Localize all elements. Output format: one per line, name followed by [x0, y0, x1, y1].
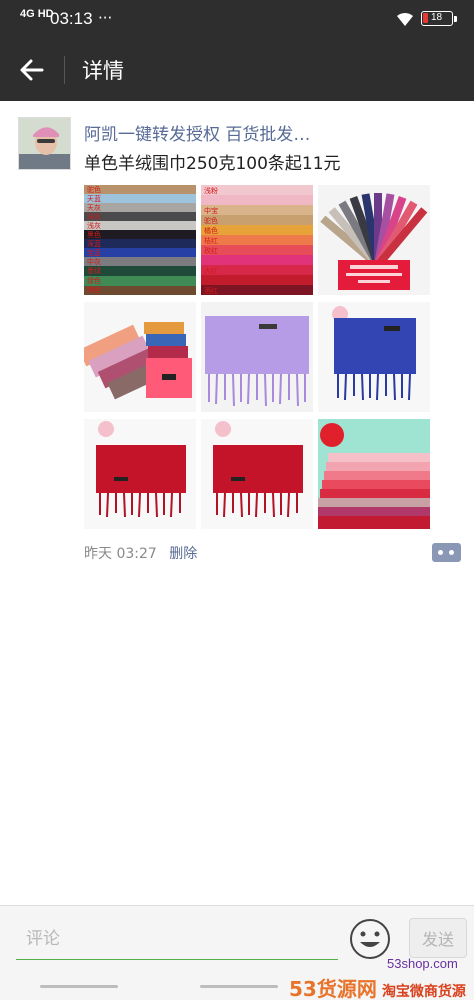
post-time: 昨天 03:27	[84, 546, 157, 562]
photo-scarf-color-chart-a[interactable]: 驼色 天蓝 天灰 深灰 浅灰 黑色 深蓝 宝蓝 中灰 墨绿 绿色 褐色	[84, 185, 196, 295]
color-label: 浅灰	[87, 221, 101, 230]
photo-scarf-pastel-stack[interactable]	[318, 419, 430, 529]
status-bar: 4G HD 03:13 ··· 18	[0, 0, 474, 38]
color-label: 黑色	[87, 230, 101, 239]
watermark-brand: 53货源网	[289, 977, 377, 1000]
watermark-sub: 淘宝微商货源	[381, 984, 466, 1000]
color-label: 玫红	[204, 246, 218, 255]
watermark: 53货源网 淘宝微商货源	[289, 973, 466, 1000]
comment-input[interactable]	[16, 918, 338, 960]
photo-scarf-stack-assorted[interactable]	[84, 302, 196, 412]
emoji-button[interactable]	[349, 918, 391, 960]
wifi-icon	[395, 11, 415, 31]
dot	[449, 550, 454, 555]
back-arrow-icon	[20, 59, 44, 81]
color-label: 褐色	[87, 285, 101, 294]
color-label: 深灰	[87, 212, 101, 221]
color-label: 驼色	[87, 185, 101, 194]
photo-scarf-red[interactable]	[84, 419, 196, 529]
battery-nub	[454, 16, 457, 22]
color-label: 宝蓝	[87, 248, 101, 257]
gesture-bar	[200, 985, 278, 988]
color-label: 绿色	[87, 276, 101, 285]
nav-divider	[64, 56, 65, 84]
status-time: 03:13	[50, 9, 93, 28]
dot	[438, 550, 443, 555]
color-label: 天灰	[87, 203, 101, 212]
color-label: 驼色	[204, 216, 218, 225]
color-label: 橘色	[204, 226, 218, 235]
photo-scarf-color-chart-b[interactable]: 浅粉 中宝 驼色 橘色 桔红 玫红 大红 酒红	[201, 185, 313, 295]
post-meta: 昨天 03:27 删除	[84, 543, 197, 563]
delete-link[interactable]: 删除	[169, 543, 197, 563]
photo-scarf-royal-blue[interactable]	[318, 302, 430, 412]
color-label: 桔红	[204, 236, 218, 245]
color-label: 天蓝	[87, 194, 101, 203]
post-text: 单色羊绒围巾250克100条起11元	[84, 154, 341, 174]
color-label: 深蓝	[87, 239, 101, 248]
notification-dots: ···	[98, 9, 113, 27]
back-button[interactable]	[14, 52, 50, 88]
avatar[interactable]	[18, 117, 71, 170]
battery-fill	[423, 13, 428, 23]
color-label: 中宝	[204, 206, 218, 215]
author-name[interactable]: 阿凯一键转发授权 百货批发…	[84, 120, 310, 145]
color-label: 中灰	[87, 257, 101, 266]
photo-scarf-fan-display[interactable]	[318, 185, 430, 295]
gesture-bar	[40, 985, 118, 988]
color-label: 酒红	[204, 286, 218, 295]
color-label: 大红	[204, 266, 218, 275]
photo-scarf-red-2[interactable]	[201, 419, 313, 529]
smiley-icon	[350, 919, 390, 959]
battery-level: 18	[431, 12, 443, 23]
comment-dots-icon[interactable]	[432, 543, 461, 562]
color-label: 浅粉	[204, 186, 218, 195]
nav-bar: 详情	[0, 38, 474, 101]
color-label: 墨绿	[87, 266, 101, 275]
network-indicator: 4G HD	[20, 8, 54, 20]
send-button[interactable]: 发送	[409, 918, 467, 958]
battery-icon: 18	[421, 11, 453, 26]
page-title: 详情	[82, 59, 124, 83]
photo-grid: 驼色 天蓝 天灰 深灰 浅灰 黑色 深蓝 宝蓝 中灰 墨绿 绿色 褐色 浅粉 中…	[84, 185, 430, 529]
watermark-domain: 53shop.com	[387, 956, 458, 971]
photo-scarf-lavender[interactable]	[201, 302, 313, 412]
